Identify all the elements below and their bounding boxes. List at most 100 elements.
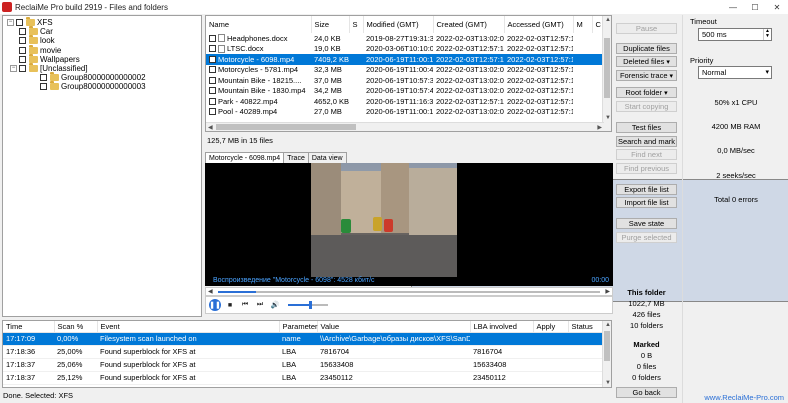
purge-selected-button[interactable]: Purge selected (616, 232, 677, 243)
close-button[interactable]: ✕ (766, 0, 788, 14)
export-file-list-button[interactable]: Export file list (616, 184, 677, 195)
file-row[interactable]: Pool - 40289.mp4 27,0 MB 2020-06-19T11:00:… (206, 107, 788, 302)
timeout-input[interactable]: 500 ms ▲ ▼ (698, 28, 772, 41)
scrollbar-thumb[interactable] (216, 124, 356, 130)
file-list[interactable]: Name Size S Modified (GMT) Created (GMT)… (205, 15, 788, 302)
file-row[interactable]: LTSC.docx 19,0 KB 2020-03-06T10:10:04 2022-… (206, 44, 604, 55)
tree-item-car[interactable]: Car (7, 26, 201, 36)
tab-trace[interactable]: Trace (283, 152, 309, 163)
video-preview[interactable]: Воспроизведение "Motorcycle - 6098": 452… (205, 163, 613, 286)
column-header-status[interactable]: Status (568, 321, 604, 333)
tree-item-movie[interactable]: movie (7, 44, 201, 55)
pause-icon[interactable]: ❚❚ (209, 299, 221, 311)
checkbox[interactable] (16, 19, 23, 27)
column-header-created[interactable]: Created (GMT) (433, 16, 505, 33)
maximize-button[interactable]: ☐ (744, 0, 766, 14)
test-files-button[interactable]: Test files (616, 122, 677, 133)
pause-button[interactable]: Pause (616, 23, 677, 34)
checkbox[interactable] (209, 97, 216, 105)
folder-tree[interactable]: − XFS Car look movie Wallpapers − [Uncla… (2, 15, 202, 317)
collapse-icon[interactable]: − (7, 19, 14, 27)
priority-select[interactable]: Normal ▾ (698, 66, 772, 79)
tree-item-unclassified[interactable]: − [Unclassified] (7, 63, 201, 73)
scrollbar-thumb[interactable] (604, 38, 610, 98)
log-row[interactable]: 17:18:36 25,00% Found superblock for XFS a… (3, 345, 603, 359)
log-row[interactable]: 17:18:37 25,12% Found superblock for XFS a… (3, 371, 603, 385)
tree-item-group-3[interactable]: Group80000000000003 (7, 81, 201, 91)
tree-item-group-2[interactable]: Group80000000000002 (7, 72, 201, 82)
file-row[interactable]: Park - 40822.mp4 4652,0 KB 2020-06-19T11:1… (206, 96, 788, 302)
go-back-button[interactable]: Go back (616, 387, 677, 398)
event-log[interactable]: Time Scan % Event Parameter Value LBA in… (2, 320, 612, 388)
find-next-button[interactable]: Find next (616, 149, 677, 160)
stop-icon[interactable]: ■ (224, 299, 236, 311)
tab-data-view[interactable]: Data view (307, 152, 347, 163)
save-state-button[interactable]: Save state (616, 218, 677, 229)
scrollbar-thumb[interactable] (604, 331, 610, 361)
column-header-time[interactable]: Time (3, 321, 55, 333)
log-row[interactable]: 17:17:09 0,00% Filesystem scan launched on… (3, 332, 603, 346)
scroll-down-icon[interactable]: ▼ (605, 115, 611, 121)
scroll-down-icon[interactable]: ▼ (605, 380, 611, 386)
seek-back-icon[interactable]: ◀ (208, 288, 213, 295)
file-row[interactable]: Motorcycles - 5781.mp4 32,3 MB 2020-06-19T… (206, 65, 788, 302)
tree-item-root[interactable]: − XFS (7, 17, 201, 27)
scroll-left-icon[interactable]: ◀ (208, 124, 213, 131)
checkbox[interactable] (19, 37, 26, 45)
deleted-files-button[interactable]: Deleted files (616, 56, 677, 67)
checkbox[interactable] (209, 45, 216, 53)
root-folder-button[interactable]: Root folder (616, 87, 677, 98)
column-header-s[interactable]: S (349, 16, 364, 33)
column-header-event[interactable]: Event (97, 321, 280, 333)
checkbox[interactable] (209, 66, 216, 74)
column-header-lba[interactable]: LBA involved (470, 321, 534, 333)
checkbox[interactable] (19, 55, 26, 63)
volume-icon[interactable]: 🔊 (269, 299, 281, 311)
checkbox[interactable] (19, 46, 26, 54)
start-copying-button[interactable]: Start copying (616, 101, 677, 112)
column-header-name[interactable]: Name (206, 16, 312, 33)
timeout-spinner[interactable]: ▲ ▼ (763, 29, 771, 40)
tree-item-look[interactable]: look (7, 35, 201, 45)
file-row[interactable]: Headphones.docx 24,0 KB 2019-08-27T19:31:3… (206, 33, 604, 44)
column-header-size[interactable]: Size (311, 16, 350, 33)
log-row[interactable]: 17:18:37 25,06% Found superblock for XFS a… (3, 358, 603, 372)
scroll-up-icon[interactable]: ▲ (605, 322, 611, 328)
checkbox[interactable] (19, 65, 26, 73)
prev-icon[interactable]: ⏮ (239, 299, 251, 311)
checkbox[interactable] (19, 28, 26, 36)
file-row[interactable]: Motorcycle - 6098.mp4 7409,2 KB 2020-06-19… (206, 54, 788, 302)
duplicate-files-button[interactable]: Duplicate files (616, 43, 677, 54)
minimize-button[interactable]: — (722, 0, 744, 14)
tree-item-wallpapers[interactable]: Wallpapers (7, 53, 201, 64)
file-list-vertical-scrollbar[interactable]: ▲ ▼ (602, 16, 611, 131)
file-row[interactable]: Mountain Bike - 1830.mp4 34,2 MB 2020-06-1… (206, 86, 788, 302)
checkbox[interactable] (209, 34, 216, 42)
scroll-right-icon[interactable]: ▶ (597, 124, 602, 131)
column-header-value[interactable]: Value (317, 321, 471, 333)
seek-forward-icon[interactable]: ▶ (605, 288, 610, 295)
seek-bar[interactable]: ◀ ▶ (205, 287, 613, 296)
checkbox[interactable] (209, 55, 216, 63)
next-icon[interactable]: ⏭ (254, 299, 266, 311)
find-previous-button[interactable]: Find previous (616, 163, 677, 174)
checkbox[interactable] (209, 76, 216, 84)
checkbox[interactable] (40, 83, 47, 91)
checkbox[interactable] (40, 74, 47, 82)
column-header-parameter[interactable]: Parameter (279, 321, 318, 333)
forensic-trace-button[interactable]: Forensic trace (616, 70, 677, 81)
volume-knob[interactable] (309, 301, 312, 309)
column-header-m[interactable]: M (573, 16, 593, 33)
file-row[interactable]: Mountain Bike - 18215.... 37,0 MB 2020-06-… (206, 75, 788, 302)
import-file-list-button[interactable]: Import file list (616, 197, 677, 208)
checkbox[interactable] (209, 87, 216, 95)
search-and-mark-button[interactable]: Search and mark (616, 136, 677, 147)
column-header-modified[interactable]: Modified (GMT) (363, 16, 434, 33)
event-log-scrollbar[interactable]: ▲ ▼ (602, 321, 611, 387)
collapse-icon[interactable]: − (10, 65, 17, 73)
volume-slider[interactable] (288, 301, 328, 309)
file-list-horizontal-scrollbar[interactable]: ◀ ▶ (206, 122, 604, 131)
column-header-accessed[interactable]: Accessed (GMT) (504, 16, 574, 33)
column-header-scan[interactable]: Scan % (54, 321, 98, 333)
checkbox[interactable] (209, 108, 216, 116)
